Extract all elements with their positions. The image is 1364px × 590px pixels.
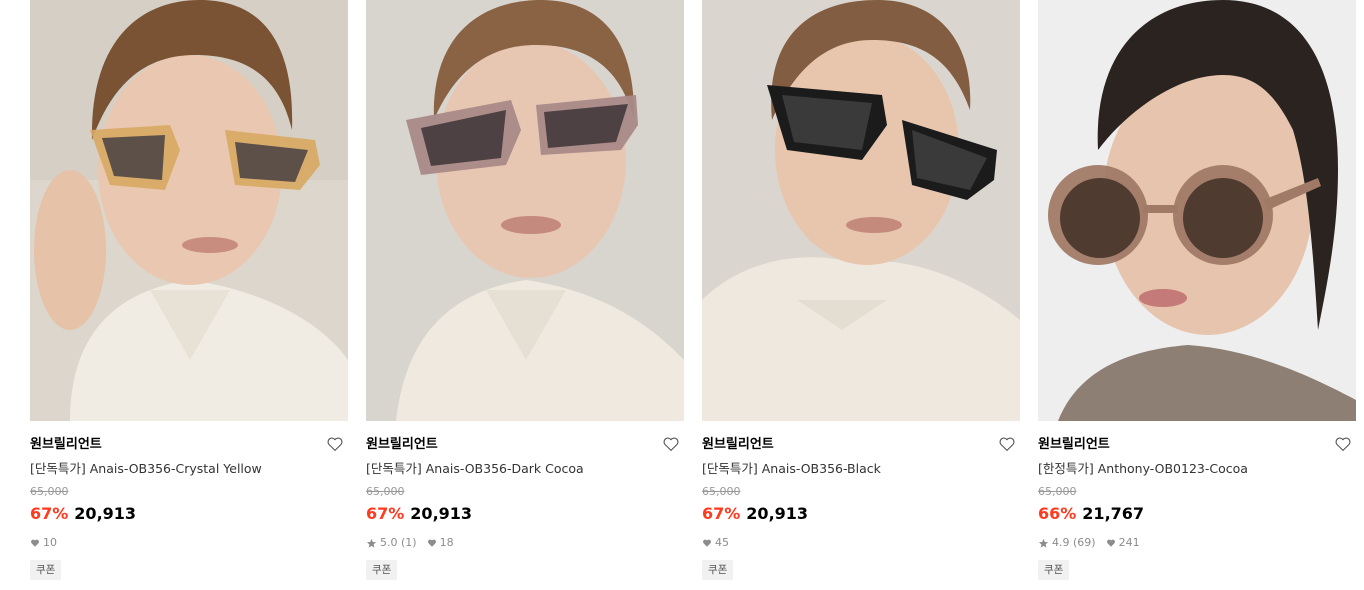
rating: 5.0 (1)	[366, 536, 417, 550]
like-count-value: 45	[715, 536, 729, 549]
product-card[interactable]: 원브릴리언트 [단독특가] Anais-OB356-Dark Cocoa 65,…	[366, 0, 684, 590]
heart-filled-icon	[1106, 539, 1115, 547]
brand-name[interactable]: 원브릴리언트	[30, 435, 348, 455]
product-meta: 10	[30, 536, 348, 550]
wishlist-heart-icon[interactable]	[998, 435, 1018, 455]
price-row: 67% 20,913	[30, 503, 348, 525]
coupon-badge: 쿠폰	[366, 560, 398, 580]
product-title[interactable]: [단독특가] Anais-OB356-Dark Cocoa	[366, 460, 684, 478]
original-price: 65,000	[30, 485, 69, 498]
price-row: 67% 20,913	[702, 503, 1020, 525]
product-card[interactable]: 원브릴리언트 [단독특가] Anais-OB356-Black 65,000 6…	[702, 0, 1020, 590]
product-meta: 5.0 (1) 18	[366, 536, 684, 550]
price-row: 66% 21,767	[1038, 503, 1356, 525]
product-grid: 원브릴리언트 [단독특가] Anais-OB356-Crystal Yellow…	[0, 0, 1364, 590]
review-count: (69)	[1073, 536, 1096, 549]
sale-price: 20,913	[746, 504, 809, 523]
product-image[interactable]	[1038, 0, 1356, 421]
like-count: 45	[702, 536, 729, 550]
rating-value: 5.0	[380, 536, 398, 549]
wishlist-heart-icon[interactable]	[1334, 435, 1354, 455]
product-title[interactable]: [한정특가] Anthony-OB0123-Cocoa	[1038, 460, 1356, 478]
product-meta: 45	[702, 536, 1020, 550]
discount-rate: 67%	[30, 504, 69, 523]
rating: 4.9 (69)	[1038, 536, 1096, 550]
product-meta: 4.9 (69) 241	[1038, 536, 1356, 550]
product-image[interactable]	[702, 0, 1020, 421]
star-icon	[1038, 538, 1049, 548]
heart-filled-icon	[703, 539, 711, 547]
like-count: 241	[1106, 536, 1140, 550]
product-title[interactable]: [단독특가] Anais-OB356-Crystal Yellow	[30, 460, 348, 478]
coupon-badge: 쿠폰	[702, 560, 734, 580]
like-count: 10	[30, 536, 57, 550]
heart-filled-icon	[31, 539, 39, 547]
product-card[interactable]: 원브릴리언트 [한정특가] Anthony-OB0123-Cocoa 65,00…	[1038, 0, 1356, 590]
discount-rate: 66%	[1038, 504, 1077, 523]
coupon-badge: 쿠폰	[30, 560, 62, 580]
sale-price: 20,913	[410, 504, 473, 523]
discount-rate: 67%	[702, 504, 741, 523]
wishlist-heart-icon[interactable]	[662, 435, 682, 455]
coupon-badge: 쿠폰	[1038, 560, 1070, 580]
original-price: 65,000	[366, 485, 405, 498]
like-count-value: 18	[439, 536, 454, 549]
original-price: 65,000	[1038, 485, 1077, 498]
star-icon	[366, 538, 377, 548]
product-image[interactable]	[30, 0, 348, 421]
rating-value: 4.9	[1052, 536, 1070, 549]
like-count-value: 10	[43, 536, 57, 549]
sale-price: 21,767	[1082, 504, 1145, 523]
sale-price: 20,913	[74, 504, 137, 523]
product-title[interactable]: [단독특가] Anais-OB356-Black	[702, 460, 1020, 478]
heart-filled-icon	[427, 539, 436, 547]
discount-rate: 67%	[366, 504, 405, 523]
product-card[interactable]: 원브릴리언트 [단독특가] Anais-OB356-Crystal Yellow…	[30, 0, 348, 590]
like-count-value: 241	[1118, 536, 1140, 549]
brand-name[interactable]: 원브릴리언트	[1038, 435, 1356, 455]
wishlist-heart-icon[interactable]	[326, 435, 346, 455]
product-image[interactable]	[366, 0, 684, 421]
price-row: 67% 20,913	[366, 503, 684, 525]
review-count: (1)	[401, 536, 417, 549]
like-count: 18	[427, 536, 454, 550]
brand-name[interactable]: 원브릴리언트	[366, 435, 684, 455]
original-price: 65,000	[702, 485, 741, 498]
brand-name[interactable]: 원브릴리언트	[702, 435, 1020, 455]
